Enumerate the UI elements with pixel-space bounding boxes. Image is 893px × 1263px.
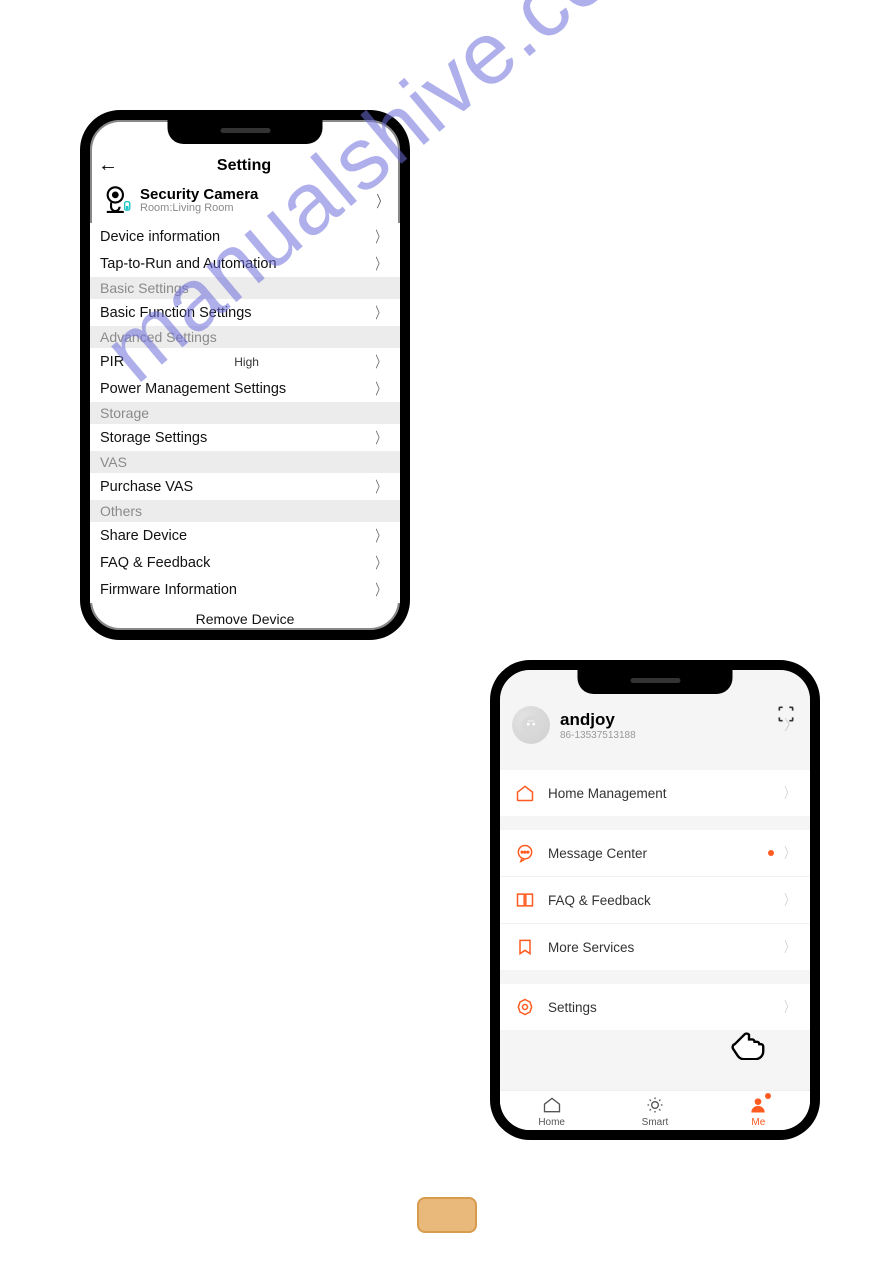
- tab-smart[interactable]: Smart: [603, 1095, 706, 1128]
- home-icon: [514, 782, 536, 804]
- section-storage: Storage: [90, 402, 400, 424]
- message-icon: [514, 842, 536, 864]
- row-label: Purchase VAS: [100, 479, 193, 495]
- chevron-right-icon: 〉: [375, 253, 386, 274]
- row-storage-settings[interactable]: Storage Settings 〉: [90, 424, 400, 451]
- row-label: FAQ & Feedback: [548, 893, 651, 908]
- row-device-information[interactable]: Device information 〉: [90, 223, 400, 250]
- chevron-right-icon: 〉: [784, 997, 794, 1017]
- chevron-right-icon: 〉: [375, 476, 386, 497]
- scan-icon[interactable]: [776, 704, 796, 724]
- back-arrow-icon[interactable]: ←: [98, 154, 118, 177]
- row-label: Home Management: [548, 786, 667, 801]
- chevron-right-icon: 〉: [375, 226, 386, 247]
- row-share-device[interactable]: Share Device 〉: [90, 522, 400, 549]
- camera-icon: [100, 183, 134, 217]
- row-label: More Services: [548, 940, 634, 955]
- row-label: Basic Function Settings: [100, 305, 252, 321]
- phone-notch: [168, 118, 323, 144]
- row-power-mgmt[interactable]: Power Management Settings 〉: [90, 375, 400, 402]
- row-label: Storage Settings: [100, 430, 207, 446]
- row-faq-feedback[interactable]: FAQ & Feedback 〉: [90, 549, 400, 576]
- row-automation[interactable]: Tap-to-Run and Automation 〉: [90, 250, 400, 277]
- row-label: FAQ & Feedback: [100, 555, 210, 571]
- profile-sub: 86-13537513188: [560, 730, 636, 741]
- phone-mock-settings: ← Setting Security Camera Room:Living Ro…: [80, 110, 410, 640]
- row-purchase-vas[interactable]: Purchase VAS 〉: [90, 473, 400, 500]
- phone-mock-me: andjoy 86-13537513188 〉 Home Management …: [490, 660, 820, 1140]
- tab-label: Me: [751, 1117, 765, 1128]
- row-label: Device information: [100, 229, 220, 245]
- phone-notch: [578, 668, 733, 694]
- chevron-right-icon: 〉: [375, 302, 386, 323]
- bookmark-icon: [514, 936, 536, 958]
- chevron-right-icon: 〉: [376, 188, 387, 212]
- device-room: Room:Living Room: [140, 203, 374, 214]
- profile-header[interactable]: andjoy 86-13537513188 〉: [500, 700, 810, 756]
- remove-device-button[interactable]: Remove Device: [90, 603, 400, 629]
- chevron-right-icon: 〉: [784, 783, 794, 803]
- device-card[interactable]: Security Camera Room:Living Room 〉: [90, 181, 400, 223]
- avatar-icon: [512, 706, 550, 744]
- page-number-badge: [417, 1197, 477, 1233]
- book-icon: [514, 889, 536, 911]
- row-label: Power Management Settings: [100, 381, 286, 397]
- chevron-right-icon: 〉: [784, 843, 794, 863]
- notification-dot: [765, 1093, 771, 1099]
- pointing-hand-icon: [730, 1022, 768, 1060]
- notification-dot: [768, 850, 774, 856]
- row-label: PIR: [100, 354, 124, 370]
- chevron-right-icon: 〉: [375, 552, 386, 573]
- row-value: High: [234, 355, 263, 369]
- chevron-right-icon: 〉: [375, 525, 386, 546]
- row-label: Share Device: [100, 528, 187, 544]
- section-basic: Basic Settings: [90, 277, 400, 299]
- tab-home[interactable]: Home: [500, 1095, 603, 1128]
- section-vas: VAS: [90, 451, 400, 473]
- row-label: Tap-to-Run and Automation: [100, 256, 277, 272]
- chevron-right-icon: 〉: [375, 427, 386, 448]
- chevron-right-icon: 〉: [784, 890, 794, 910]
- row-more-services[interactable]: More Services 〉: [500, 924, 810, 970]
- row-faq-feedback[interactable]: FAQ & Feedback 〉: [500, 877, 810, 924]
- section-others: Others: [90, 500, 400, 522]
- tab-label: Smart: [642, 1117, 669, 1128]
- section-advanced: Advanced Settings: [90, 326, 400, 348]
- profile-name: andjoy: [560, 710, 636, 730]
- row-pir[interactable]: PIR High 〉: [90, 348, 400, 375]
- row-label: Settings: [548, 1000, 597, 1015]
- chevron-right-icon: 〉: [375, 351, 386, 372]
- tab-label: Home: [538, 1117, 565, 1128]
- row-home-management[interactable]: Home Management 〉: [500, 770, 810, 816]
- tab-bar: Home Smart Me: [500, 1090, 810, 1130]
- tab-me[interactable]: Me: [707, 1095, 810, 1128]
- screen-title: Setting: [217, 157, 271, 175]
- row-basic-function[interactable]: Basic Function Settings 〉: [90, 299, 400, 326]
- chevron-right-icon: 〉: [784, 937, 794, 957]
- chevron-right-icon: 〉: [375, 579, 386, 600]
- chevron-right-icon: 〉: [375, 378, 386, 399]
- row-firmware-info[interactable]: Firmware Information 〉: [90, 576, 400, 603]
- device-name: Security Camera: [140, 186, 374, 203]
- row-message-center[interactable]: Message Center 〉: [500, 830, 810, 877]
- row-label: Firmware Information: [100, 582, 237, 598]
- row-label: Message Center: [548, 846, 647, 861]
- gear-icon: [514, 996, 536, 1018]
